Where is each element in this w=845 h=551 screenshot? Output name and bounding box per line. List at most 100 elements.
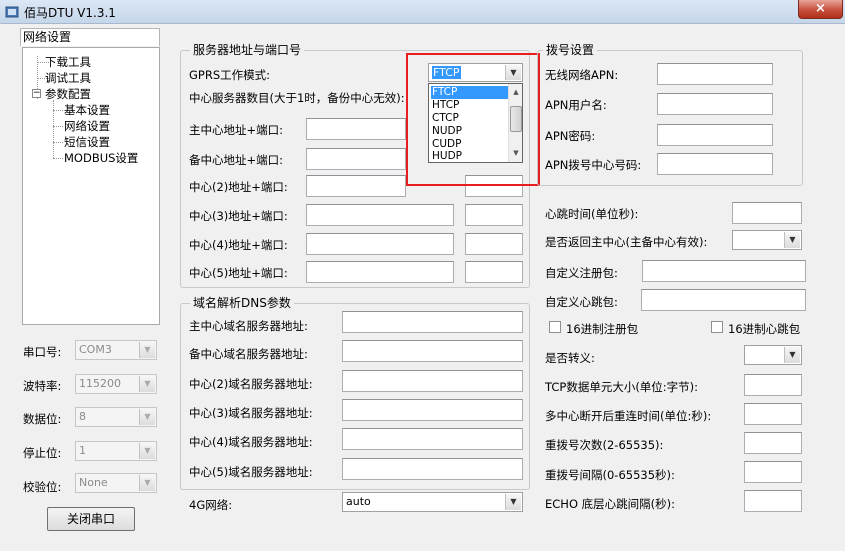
dns-center4-input[interactable]: [342, 428, 523, 450]
serial-port-value: COM3: [79, 343, 112, 356]
chevron-down-icon: ▼: [784, 347, 800, 363]
title-bar: 佰马DTU V1.3.1 ×: [0, 0, 845, 24]
window-title: 佰马DTU V1.3.1: [24, 6, 116, 20]
backup-center-label: 备中心地址+端口:: [189, 153, 284, 167]
apn-dial-number-label: APN拨号中心号码:: [545, 158, 642, 172]
redial-count-input[interactable]: [744, 432, 802, 454]
dns-center3-label: 中心(3)域名服务器地址:: [189, 406, 313, 420]
parity-select[interactable]: None ▼: [75, 473, 157, 493]
apn-user-label: APN用户名:: [545, 98, 607, 112]
dns-center2-input[interactable]: [342, 370, 523, 392]
escape-select[interactable]: ▼: [744, 345, 802, 365]
main-center-address-input[interactable]: [306, 118, 406, 140]
dns-center2-label: 中心(2)域名服务器地址:: [189, 377, 313, 391]
custom-heartbeat-input[interactable]: [641, 289, 806, 311]
network-4g-value: auto: [346, 495, 371, 508]
tree-item-network-settings[interactable]: 网络设置: [64, 119, 110, 133]
echo-label: ECHO 底层心跳间隔(秒):: [545, 497, 675, 511]
dns-group-title: 域名解析DNS参数: [190, 296, 294, 310]
center2-label: 中心(2)地址+端口:: [189, 180, 288, 194]
serial-port-label: 串口号:: [23, 345, 62, 359]
apn-dial-number-input[interactable]: [657, 153, 773, 175]
redial-interval-input[interactable]: [744, 461, 802, 483]
chevron-down-icon: ▼: [784, 232, 800, 248]
close-window-button[interactable]: ×: [798, 0, 843, 19]
dns-center4-label: 中心(4)域名服务器地址:: [189, 435, 313, 449]
tree-line: [53, 110, 63, 111]
redial-interval-label: 重拨号间隔(0-65535秒):: [545, 468, 675, 482]
chevron-down-icon: ▼: [505, 494, 521, 510]
stop-bits-value: 1: [79, 444, 86, 457]
return-main-select[interactable]: ▼: [732, 230, 802, 250]
dns-backup-input[interactable]: [342, 340, 523, 362]
data-bits-select[interactable]: 8 ▼: [75, 407, 157, 427]
center5-label: 中心(5)地址+端口:: [189, 266, 288, 280]
tree-line: [53, 100, 54, 158]
reconnect-input[interactable]: [744, 403, 802, 425]
chevron-down-icon: ▼: [139, 376, 155, 392]
redial-count-label: 重拨号次数(2-65535):: [545, 438, 664, 452]
main-center-label: 主中心地址+端口:: [189, 123, 284, 137]
stop-bits-label: 停止位:: [23, 446, 62, 460]
backup-center-address-input[interactable]: [306, 148, 406, 170]
dns-center5-input[interactable]: [342, 458, 523, 480]
serial-port-select[interactable]: COM3 ▼: [75, 340, 157, 360]
center4-address-input[interactable]: [306, 233, 454, 255]
center3-label: 中心(3)地址+端口:: [189, 209, 288, 223]
collapse-icon[interactable]: −: [32, 89, 41, 98]
center3-port-input[interactable]: [465, 204, 523, 226]
tcp-unit-input[interactable]: [744, 374, 802, 396]
parity-label: 校验位:: [23, 480, 62, 494]
tree-line: [53, 142, 63, 143]
server-group-title: 服务器地址与端口号: [190, 43, 305, 57]
center3-address-input[interactable]: [306, 204, 454, 226]
settings-tree: 下载工具 调试工具 − 参数配置 基本设置 网络设置 短信设置 MODBUS设置: [22, 47, 160, 325]
chevron-down-icon: ▼: [139, 443, 155, 459]
custom-heartbeat-label: 自定义心跳包:: [545, 295, 618, 309]
tree-item-sms-settings[interactable]: 短信设置: [64, 135, 110, 149]
chevron-down-icon: ▼: [139, 342, 155, 358]
hex-register-checkbox[interactable]: [549, 321, 561, 333]
tree-item-debug-tool[interactable]: 调试工具: [45, 71, 91, 85]
dns-center3-input[interactable]: [342, 399, 523, 421]
tree-item-download-tool[interactable]: 下载工具: [45, 55, 91, 69]
apn-input[interactable]: [657, 63, 773, 85]
chevron-down-icon: ▼: [139, 475, 155, 491]
dns-backup-label: 备中心域名服务器地址:: [189, 347, 308, 361]
apn-password-input[interactable]: [657, 124, 773, 146]
stop-bits-select[interactable]: 1 ▼: [75, 441, 157, 461]
network-4g-label: 4G网络:: [189, 498, 233, 512]
tree-item-modbus-settings[interactable]: MODBUS设置: [64, 151, 138, 165]
dns-center5-label: 中心(5)域名服务器地址:: [189, 465, 313, 479]
heartbeat-input[interactable]: [732, 202, 802, 224]
dns-main-input[interactable]: [342, 311, 523, 333]
center-count-label: 中心服务器数目(大于1时，备份中心无效):: [189, 91, 405, 105]
data-bits-value: 8: [79, 410, 86, 423]
echo-input[interactable]: [744, 490, 802, 512]
baud-rate-value: 115200: [79, 377, 121, 390]
apn-password-label: APN密码:: [545, 129, 596, 143]
hex-heartbeat-label: 16进制心跳包: [728, 322, 801, 336]
parity-value: None: [79, 476, 108, 489]
hex-heartbeat-checkbox[interactable]: [711, 321, 723, 333]
center5-port-input[interactable]: [465, 261, 523, 283]
tab-network-settings[interactable]: 网络设置: [20, 28, 160, 46]
return-main-label: 是否返回主中心(主备中心有效):: [545, 235, 708, 249]
center4-label: 中心(4)地址+端口:: [189, 238, 288, 252]
center5-address-input[interactable]: [306, 261, 454, 283]
tree-item-basic-settings[interactable]: 基本设置: [64, 103, 110, 117]
apn-user-input[interactable]: [657, 93, 773, 115]
tree-line: [53, 126, 63, 127]
tcp-unit-label: TCP数据单元大小(单位:字节):: [545, 380, 699, 394]
app-icon: [5, 6, 19, 18]
apn-label: 无线网络APN:: [545, 68, 619, 82]
center2-address-input[interactable]: [306, 175, 406, 197]
center4-port-input[interactable]: [465, 233, 523, 255]
tree-item-param-config[interactable]: 参数配置: [45, 87, 91, 101]
custom-register-input[interactable]: [642, 260, 806, 282]
baud-rate-select[interactable]: 115200 ▼: [75, 374, 157, 394]
hex-register-label: 16进制注册包: [566, 322, 639, 336]
close-port-button[interactable]: 关闭串口: [47, 507, 135, 531]
baud-rate-label: 波特率:: [23, 379, 62, 393]
network-4g-select[interactable]: auto ▼: [342, 492, 523, 512]
